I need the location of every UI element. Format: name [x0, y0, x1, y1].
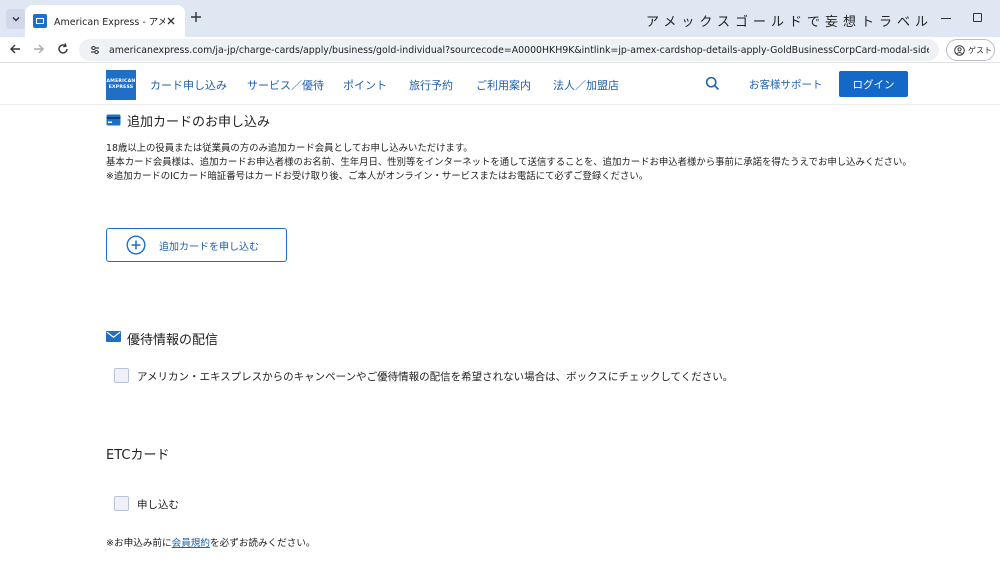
reload-icon[interactable]	[56, 42, 70, 56]
terms-notice: ※お申込み前に会員規約を必ずお読みください。	[106, 535, 316, 549]
plus-circle-icon	[126, 235, 146, 255]
nav-item-corporate[interactable]: 法人／加盟店	[553, 77, 619, 93]
credit-card-icon	[106, 114, 121, 126]
nav-item-usage-guide[interactable]: ご利用案内	[476, 77, 531, 93]
description-line: 基本カード会員様は、追加カードお申込者様のお名前、生年月日、性別等をインターネッ…	[106, 157, 912, 169]
nav-item-card-application[interactable]: カード申し込み	[150, 77, 227, 93]
promo-opt-out-label: アメリカン・エキスプレスからのキャンペーンやご優待情報の配信を希望されない場合は…	[137, 371, 734, 383]
browser-tab-strip: American Express - アメリカン・エ アメックスゴールドで妄想ト…	[0, 0, 1000, 37]
envelope-icon	[106, 331, 121, 342]
browser-toolbar: americanexpress.com/ja-jp/charge-cards/a…	[0, 37, 1000, 63]
login-button[interactable]: ログイン	[839, 71, 908, 97]
etc-apply-label: 申し込む	[137, 499, 179, 511]
url-text: americanexpress.com/ja-jp/charge-cards/a…	[109, 44, 929, 56]
close-icon[interactable]	[165, 15, 177, 27]
chevron-down-icon	[12, 16, 20, 22]
logo-line-2: EXPRESS	[108, 85, 134, 90]
search-icon[interactable]	[705, 76, 720, 91]
terms-notice-prefix: ※お申込み前に	[106, 538, 172, 549]
additional-card-title: 追加カードのお申し込み	[127, 115, 271, 130]
browser-tab[interactable]: American Express - アメリカン・エ	[25, 5, 185, 37]
nav-item-travel[interactable]: 旅行予約	[409, 77, 453, 93]
etc-apply-checkbox[interactable]	[114, 496, 129, 511]
tab-title: American Express - アメリカン・エ	[54, 17, 165, 28]
description-line: ※追加カードのICカード暗証番号はカードお受け取り後、ご本人がオンライン・サービ…	[106, 171, 649, 183]
amex-favicon-icon	[33, 14, 47, 28]
guest-label: ゲスト	[968, 45, 992, 55]
window-title: アメックスゴールドで妄想トラベル	[646, 15, 933, 30]
forward-arrow-icon[interactable]	[32, 42, 46, 56]
back-arrow-icon[interactable]	[8, 42, 22, 56]
site-settings-icon[interactable]	[89, 44, 101, 56]
amex-logo[interactable]: AMERICAN EXPRESS	[106, 70, 136, 100]
new-tab-plus-icon[interactable]	[189, 10, 203, 24]
profile-guest-button[interactable]: ゲスト	[946, 39, 995, 61]
add-card-button[interactable]: 追加カードを申し込む	[106, 228, 287, 262]
customer-support-link[interactable]: お客様サポート	[749, 77, 823, 92]
description-line: 18歳以上の役員または従業員の方のみ追加カード会員としてお申し込みいただけます。	[106, 143, 473, 154]
nav-item-points[interactable]: ポイント	[343, 77, 387, 93]
additional-card-description: 18歳以上の役員または従業員の方のみ追加カード会員としてお申し込みいただけます。…	[106, 142, 916, 185]
add-card-button-label: 追加カードを申し込む	[159, 241, 259, 253]
promo-title: 優待情報の配信	[127, 333, 219, 348]
address-bar[interactable]: americanexpress.com/ja-jp/charge-cards/a…	[79, 39, 939, 61]
person-icon	[954, 44, 965, 56]
minimize-icon[interactable]	[941, 18, 951, 19]
maximize-icon[interactable]	[973, 13, 982, 22]
terms-notice-suffix: を必ずお読みください。	[209, 538, 316, 549]
site-header: AMERICAN EXPRESS カード申し込み サービス／優待 ポイント 旅行…	[0, 63, 1000, 105]
promo-opt-out-checkbox[interactable]	[114, 368, 129, 383]
nav-item-services[interactable]: サービス／優待	[247, 77, 324, 93]
member-terms-link[interactable]: 会員規約	[172, 538, 210, 549]
etc-card-title: ETCカード	[106, 448, 170, 463]
tab-search-button[interactable]	[6, 9, 26, 29]
